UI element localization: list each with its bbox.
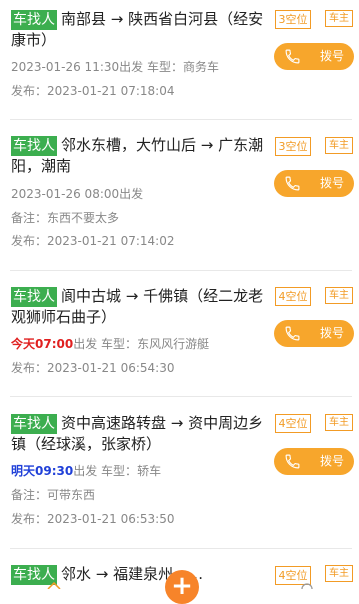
post-button[interactable]: + xyxy=(165,570,199,604)
depart-time-today: 今天07:00 xyxy=(11,337,74,351)
note-text: 可带东西 xyxy=(47,488,96,502)
call-button[interactable]: 拨号 xyxy=(274,43,354,70)
publish-line: 发布：2023-01-21 07:18:04 xyxy=(11,84,175,98)
role-badge: 车主 xyxy=(325,287,353,304)
ride-type-tag: 车找人 xyxy=(11,10,57,30)
phone-icon xyxy=(285,454,300,469)
seats-badge: 4空位 xyxy=(275,287,311,306)
depart-time: 2023-01-26 08:00 xyxy=(11,187,120,201)
role-badge: 车主 xyxy=(325,10,353,27)
route-title: 车找人 资中高速路转盘 → 资中周边乡镇（经球溪，张家桥） xyxy=(11,413,266,455)
publish-time: 2023-01-21 06:54:30 xyxy=(47,361,175,375)
role-badge: 车主 xyxy=(325,414,353,431)
note-text: 东西不要太多 xyxy=(47,211,120,225)
depart-line: 明天09:30出发 车型：轿车 xyxy=(11,464,162,478)
call-label: 拨号 xyxy=(319,454,344,468)
publish-time: 2023-01-21 07:14:02 xyxy=(47,234,175,248)
divider xyxy=(10,396,352,397)
depart-line: 今天07:00出发 车型：东风风行游艇 xyxy=(11,337,210,351)
call-button[interactable]: 拨号 xyxy=(274,170,354,197)
call-label: 拨号 xyxy=(319,49,344,63)
car-model: 轿车 xyxy=(137,464,162,478)
divider xyxy=(10,548,352,549)
call-label: 拨号 xyxy=(319,326,344,340)
publish-line: 发布：2023-01-21 06:54:30 xyxy=(11,361,175,375)
call-button[interactable]: 拨号 xyxy=(274,448,354,475)
ride-type-tag: 车找人 xyxy=(11,287,57,307)
phone-icon xyxy=(285,49,300,64)
call-button[interactable]: 拨号 xyxy=(274,320,354,347)
car-model: 东风风行游艇 xyxy=(137,337,210,351)
phone-icon xyxy=(285,176,300,191)
seats-badge: 4空位 xyxy=(275,414,311,433)
seats-badge: 3空位 xyxy=(275,137,311,156)
depart-time: 2023-01-26 11:30 xyxy=(11,60,120,74)
route-title: 车找人 阆中古城 → 千佛镇（经二龙老观狮师石曲子） xyxy=(11,286,266,328)
depart-line: 2023-01-26 08:00出发 xyxy=(11,187,144,201)
call-label: 拨号 xyxy=(319,176,344,190)
search-icon[interactable] xyxy=(300,582,314,589)
publish-line: 发布：2023-01-21 07:14:02 xyxy=(11,234,175,248)
role-badge: 车主 xyxy=(325,565,353,582)
publish-time: 2023-01-21 06:53:50 xyxy=(47,512,175,526)
ride-type-tag: 车找人 xyxy=(11,414,57,434)
seats-badge: 3空位 xyxy=(275,10,311,29)
route-title: 车找人 南部县 → 陕西省白河县（经安康市） xyxy=(11,9,266,51)
publish-line: 发布：2023-01-21 06:53:50 xyxy=(11,512,175,526)
divider xyxy=(10,119,352,120)
publish-time: 2023-01-21 07:18:04 xyxy=(47,84,175,98)
route-title: 车找人 邻水东槽，大竹山后 → 广东潮阳，潮南 xyxy=(11,135,266,177)
divider xyxy=(10,270,352,271)
home-icon[interactable] xyxy=(47,582,61,589)
note-line: 备注：可带东西 xyxy=(11,488,96,502)
car-model: 商务车 xyxy=(183,60,220,74)
note-line: 备注：东西不要太多 xyxy=(11,211,120,225)
depart-line: 2023-01-26 11:30出发 车型：商务车 xyxy=(11,60,220,74)
role-badge: 车主 xyxy=(325,137,353,154)
phone-icon xyxy=(285,326,300,341)
ride-type-tag: 车找人 xyxy=(11,136,57,156)
depart-time-tomorrow: 明天09:30 xyxy=(11,464,74,478)
